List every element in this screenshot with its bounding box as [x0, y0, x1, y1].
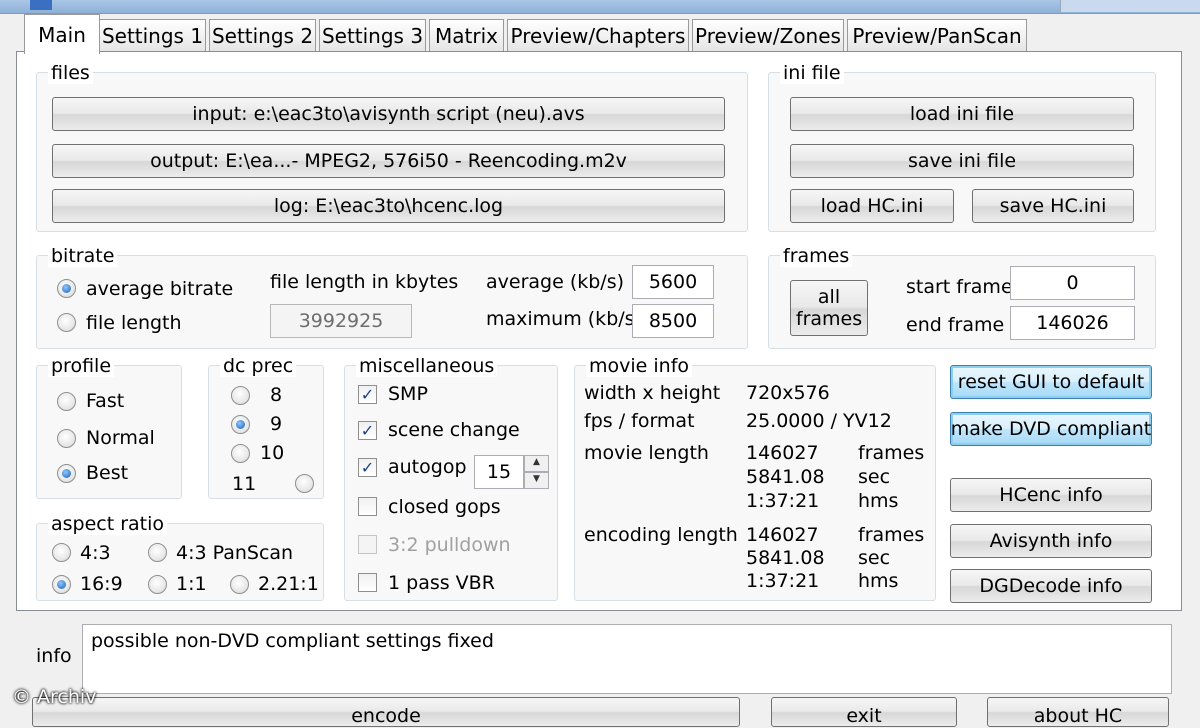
- average-bitrate-radio[interactable]: [57, 279, 76, 298]
- all-frames-line2: frames: [795, 308, 863, 330]
- load-hc-ini-button[interactable]: load HC.ini: [790, 189, 954, 223]
- movie-length-label: movie length: [584, 442, 709, 464]
- dc-prec-legend: dc prec: [220, 355, 297, 377]
- save-ini-button[interactable]: save ini file: [790, 144, 1134, 178]
- one-pass-vbr-checkbox[interactable]: [358, 573, 377, 592]
- autogop-checkbox[interactable]: ✓: [358, 458, 377, 477]
- input-file-button[interactable]: input: e:\eac3to\avisynth script (neu).a…: [52, 97, 725, 131]
- movie-length-hms-unit: hms: [858, 490, 899, 512]
- profile-normal-radio[interactable]: [57, 429, 76, 448]
- scene-change-label: scene change: [388, 419, 520, 441]
- dc-prec-8-radio[interactable]: [231, 386, 250, 405]
- pulldown-checkbox[interactable]: [358, 535, 377, 554]
- movie-length-frames-unit: frames: [858, 442, 925, 464]
- log-file-button[interactable]: log: E:\eac3to\hcenc.log: [52, 189, 725, 223]
- reset-gui-button[interactable]: reset GUI to default: [950, 365, 1152, 399]
- encoding-length-hms-unit: hms: [858, 570, 899, 592]
- average-bitrate-label: average bitrate: [86, 278, 234, 300]
- file-length-kbytes-label: file length in kbytes: [270, 271, 459, 293]
- file-length-radio[interactable]: [57, 313, 76, 332]
- profile-fast-radio[interactable]: [57, 392, 76, 411]
- encoding-length-frames-unit: frames: [858, 524, 925, 546]
- profile-legend: profile: [48, 355, 115, 377]
- autogop-value-field[interactable]: 15: [474, 455, 524, 489]
- frames-legend: frames: [780, 245, 853, 267]
- autogop-spin-up-icon[interactable]: ▲: [524, 455, 549, 472]
- file-length-label: file length: [86, 312, 182, 334]
- encoding-length-hms: 1:37:21: [746, 570, 820, 592]
- aspect-1-1-radio[interactable]: [148, 575, 167, 594]
- end-frame-label: end frame: [906, 314, 1005, 336]
- aspect-4-3-label: 4:3: [80, 542, 111, 564]
- aspect-4-3-panscan-label: 4:3 PanScan: [176, 542, 294, 564]
- load-ini-button[interactable]: load ini file: [790, 97, 1134, 131]
- ini-file-legend: ini file: [780, 62, 844, 84]
- dc-prec-8-label: 8: [270, 384, 283, 406]
- encoding-length-sec-unit: sec: [858, 547, 891, 569]
- closed-gops-checkbox[interactable]: [358, 497, 377, 516]
- autogop-spin-down-icon[interactable]: ▼: [524, 472, 549, 489]
- movie-length-frames: 146027: [746, 442, 819, 464]
- all-frames-button[interactable]: all frames: [790, 280, 868, 336]
- smp-checkbox[interactable]: ✓: [358, 385, 377, 404]
- dgdecode-info-button[interactable]: DGDecode info: [950, 569, 1152, 603]
- copyright-watermark: © Archiv: [12, 686, 97, 708]
- end-frame-field[interactable]: 146026: [1010, 306, 1135, 340]
- hcenc-info-button[interactable]: HCenc info: [950, 478, 1152, 512]
- aspect-4-3-radio[interactable]: [52, 543, 71, 562]
- files-legend: files: [48, 62, 93, 84]
- width-height-value: 720x576: [746, 382, 830, 404]
- aspect-2-21-radio[interactable]: [230, 575, 249, 594]
- closed-gops-label: closed gops: [388, 496, 501, 518]
- dc-prec-11-label: 11: [232, 473, 257, 495]
- profile-fast-label: Fast: [86, 390, 125, 412]
- all-frames-line1: all: [817, 286, 841, 308]
- dc-prec-10-radio[interactable]: [231, 444, 250, 463]
- smp-label: SMP: [388, 383, 428, 405]
- dc-prec-10-label: 10: [260, 442, 285, 464]
- file-length-kbytes-field[interactable]: 3992925: [270, 304, 412, 338]
- aspect-1-1-label: 1:1: [176, 573, 207, 595]
- autogop-label: autogop: [388, 456, 467, 478]
- encoding-length-frames: 146027: [746, 524, 819, 546]
- aspect-ratio-legend: aspect ratio: [48, 513, 168, 535]
- fps-format-label: fps / format: [584, 410, 695, 432]
- make-dvd-compliant-button[interactable]: make DVD compliant: [950, 412, 1152, 446]
- profile-best-radio[interactable]: [57, 464, 76, 483]
- movie-length-sec: 5841.08: [746, 466, 825, 488]
- dc-prec-9-radio[interactable]: [231, 415, 250, 434]
- movie-length-sec-unit: sec: [858, 466, 891, 488]
- movie-length-hms: 1:37:21: [746, 490, 820, 512]
- dc-prec-9-label: 9: [270, 413, 283, 435]
- aspect-16-9-label: 16:9: [80, 573, 123, 595]
- scene-change-checkbox[interactable]: ✓: [358, 421, 377, 440]
- aspect-16-9-radio[interactable]: [52, 575, 71, 594]
- start-frame-label: start frame: [906, 276, 1013, 298]
- maximum-kbs-label: maximum (kb/s): [486, 308, 642, 330]
- aspect-4-3-panscan-radio[interactable]: [148, 543, 167, 562]
- encoding-length-label: encoding length: [584, 524, 738, 546]
- aspect-2-21-label: 2.21:1: [258, 573, 319, 595]
- bitrate-legend: bitrate: [48, 245, 118, 267]
- save-hc-ini-button[interactable]: save HC.ini: [972, 189, 1134, 223]
- profile-best-label: Best: [86, 462, 129, 484]
- maximum-kbs-field[interactable]: 8500: [632, 304, 714, 338]
- one-pass-vbr-label: 1 pass VBR: [388, 572, 495, 594]
- width-height-label: width x height: [584, 382, 721, 404]
- avisynth-info-button[interactable]: Avisynth info: [950, 524, 1152, 558]
- miscellaneous-legend: miscellaneous: [356, 355, 498, 377]
- fps-format-value: 25.0000 / YV12: [746, 410, 892, 432]
- encoding-length-sec: 5841.08: [746, 547, 825, 569]
- output-file-button[interactable]: output: E:\ea...- MPEG2, 576i50 - Reenco…: [52, 144, 725, 178]
- profile-normal-label: Normal: [86, 427, 155, 449]
- dc-prec-11-radio[interactable]: [295, 474, 314, 493]
- pulldown-label: 3:2 pulldown: [388, 534, 511, 556]
- average-kbs-label: average (kb/s): [486, 271, 625, 293]
- average-kbs-field[interactable]: 5600: [632, 265, 714, 299]
- start-frame-field[interactable]: 0: [1010, 266, 1135, 300]
- movie-info-legend: movie info: [586, 355, 693, 377]
